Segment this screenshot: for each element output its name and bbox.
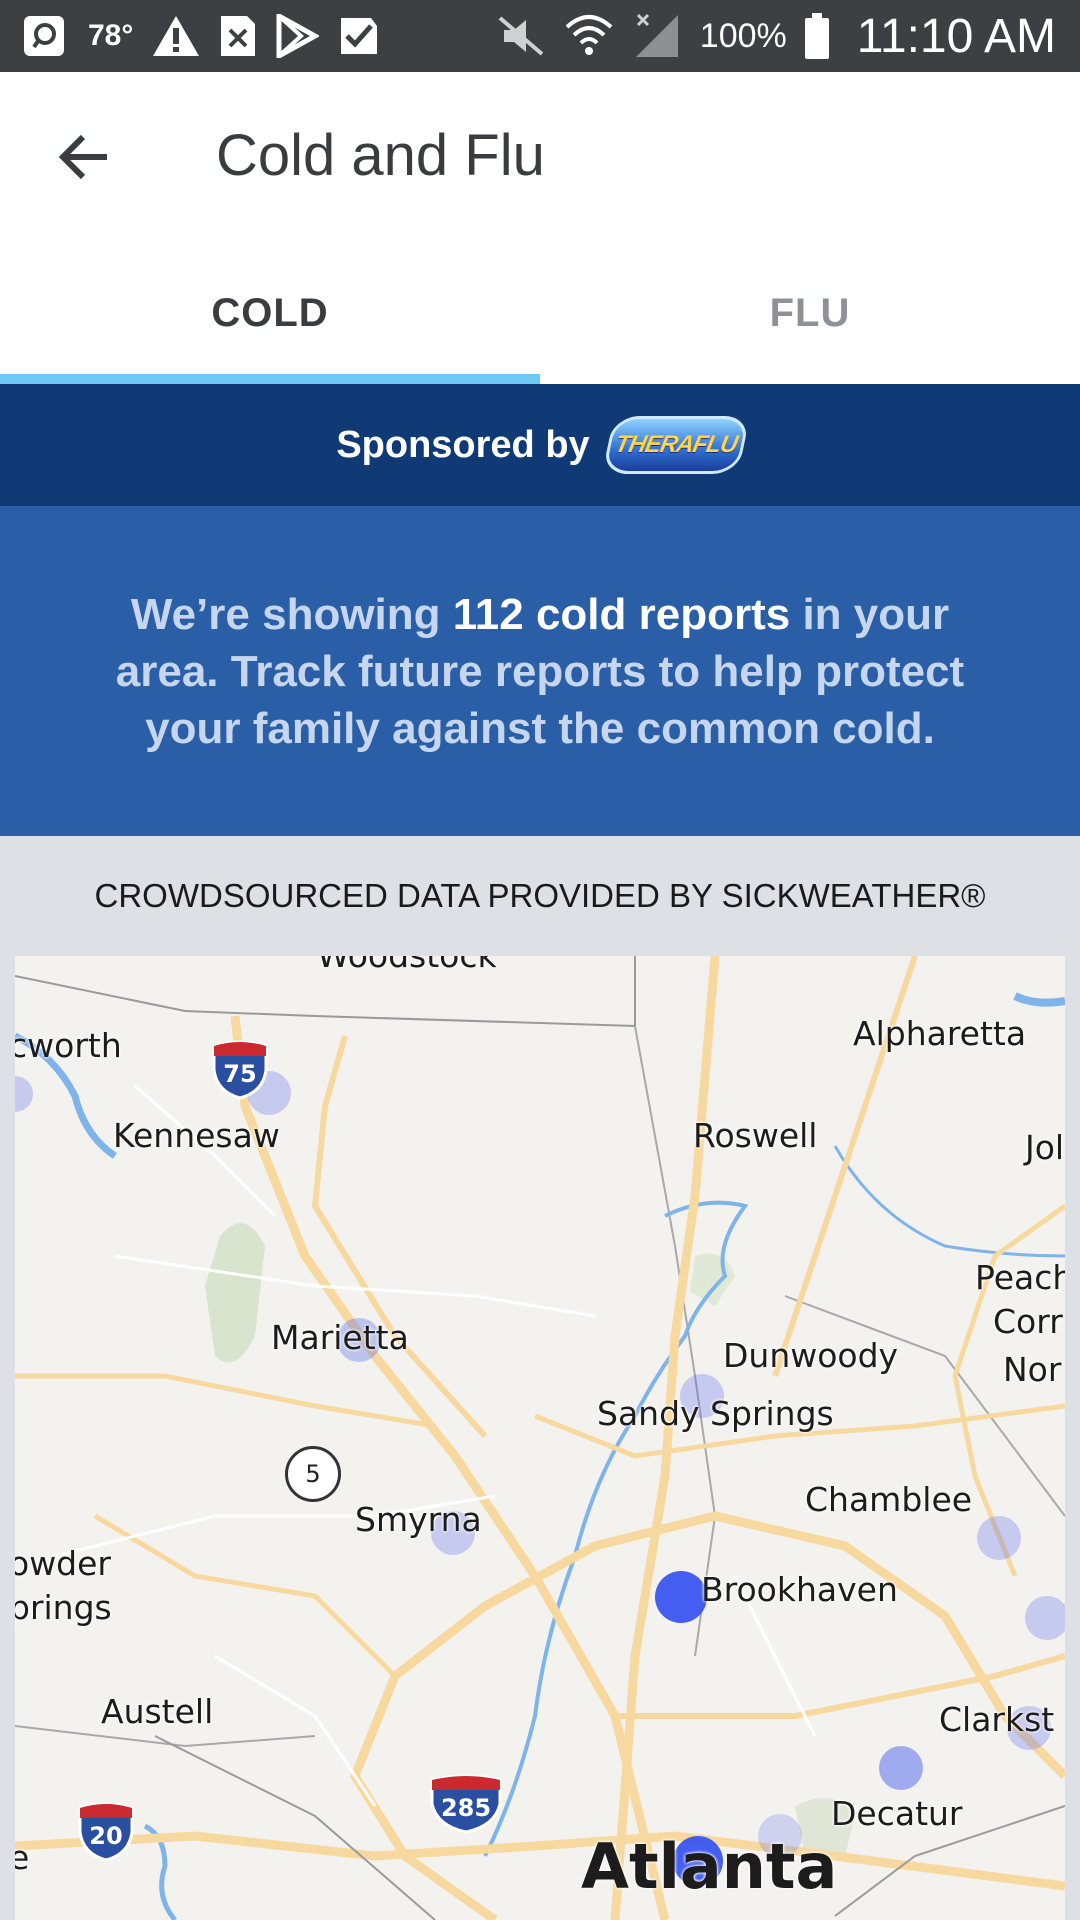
shield-number: 20 (89, 1822, 123, 1850)
tab-cold[interactable]: COLD (0, 242, 540, 384)
place-label-atlanta: Atlanta (581, 1830, 838, 1903)
interstate-shield: 285 (429, 1774, 503, 1834)
place-label: Corr (993, 1302, 1063, 1341)
place-label: Alpharetta (853, 1014, 1027, 1053)
map-section: CROWDSOURCED DATA PROVIDED BY SICKWEATHE… (0, 836, 1080, 1920)
place-label: e (15, 1838, 30, 1877)
report-dot[interactable] (1025, 1596, 1065, 1640)
warning-icon (151, 14, 201, 58)
place-label: Decatur (831, 1794, 963, 1833)
place-label: Nor (1003, 1350, 1062, 1389)
arrow-left-icon (59, 134, 107, 180)
place-label: Kennesaw (113, 1116, 280, 1155)
signal-icon (632, 11, 682, 61)
battery-percent: 100% (699, 16, 787, 55)
tab-flu[interactable]: FLU (540, 242, 1080, 384)
report-dot[interactable] (655, 1571, 707, 1623)
status-bar: 78° 100% 11:10 AM (0, 0, 1080, 72)
place-label: Dunwoody (723, 1336, 899, 1375)
tab-indicator (0, 374, 540, 384)
check-icon (337, 14, 381, 58)
wifi-icon (564, 11, 614, 61)
report-count: 112 cold reports (452, 589, 791, 639)
place-label: Marietta (271, 1318, 409, 1357)
map-view[interactable]: Woodstock cworth Alpharetta Kennesaw Ros… (15, 956, 1065, 1920)
place-label: Jol (1025, 1128, 1065, 1167)
tab-flu-label: FLU (769, 290, 851, 335)
place-label: prings (15, 1588, 112, 1627)
interstate-shield: 20 (77, 1802, 135, 1862)
info-panel: We’re showing 112 cold reports in your a… (0, 506, 1080, 836)
place-label: Woodstock (317, 956, 497, 975)
state-route-marker: 5 (285, 1446, 341, 1502)
place-label: Roswell (693, 1116, 818, 1155)
mute-icon (496, 14, 546, 58)
clock-time: 11:10 AM (856, 9, 1056, 63)
page-title: Cold and Flu (216, 123, 545, 188)
sponsor-banner[interactable]: Sponsored by THERAFLU (0, 384, 1080, 506)
app-bar: Cold and Flu (0, 72, 1080, 242)
place-label: Smyrna (355, 1500, 482, 1539)
temperature-text: 78° (88, 19, 134, 52)
place-label: Sandy Springs (597, 1394, 834, 1433)
info-message: We’re showing 112 cold reports in your a… (80, 586, 1000, 757)
report-dot[interactable] (977, 1516, 1021, 1560)
tab-cold-label: COLD (211, 290, 329, 335)
shield-number: 285 (440, 1794, 492, 1822)
sponsor-text: Sponsored by (336, 423, 590, 466)
back-button[interactable] (40, 112, 130, 202)
place-label: Brookhaven (701, 1570, 898, 1609)
play-store-icon (275, 14, 320, 58)
shield-number: 75 (223, 1060, 257, 1088)
brand-name: THERAFLU (612, 431, 740, 458)
interstate-shield: 75 (211, 1040, 269, 1100)
place-label: Austell (101, 1692, 214, 1731)
theraflu-logo: THERAFLU (601, 416, 750, 474)
place-label: Clarkst (939, 1700, 1055, 1739)
info-prefix: We’re showing (130, 589, 453, 639)
message-icon (22, 14, 66, 58)
tab-bar: COLD FLU (0, 242, 1080, 384)
place-label: owder (15, 1544, 111, 1583)
place-label: Peach (975, 1258, 1065, 1297)
report-dot[interactable] (879, 1746, 923, 1790)
place-label: Chamblee (805, 1480, 973, 1519)
close-box-icon (219, 14, 257, 58)
data-credit: CROWDSOURCED DATA PROVIDED BY SICKWEATHE… (94, 877, 986, 914)
place-label: cworth (15, 1026, 122, 1065)
battery-icon (804, 13, 829, 59)
